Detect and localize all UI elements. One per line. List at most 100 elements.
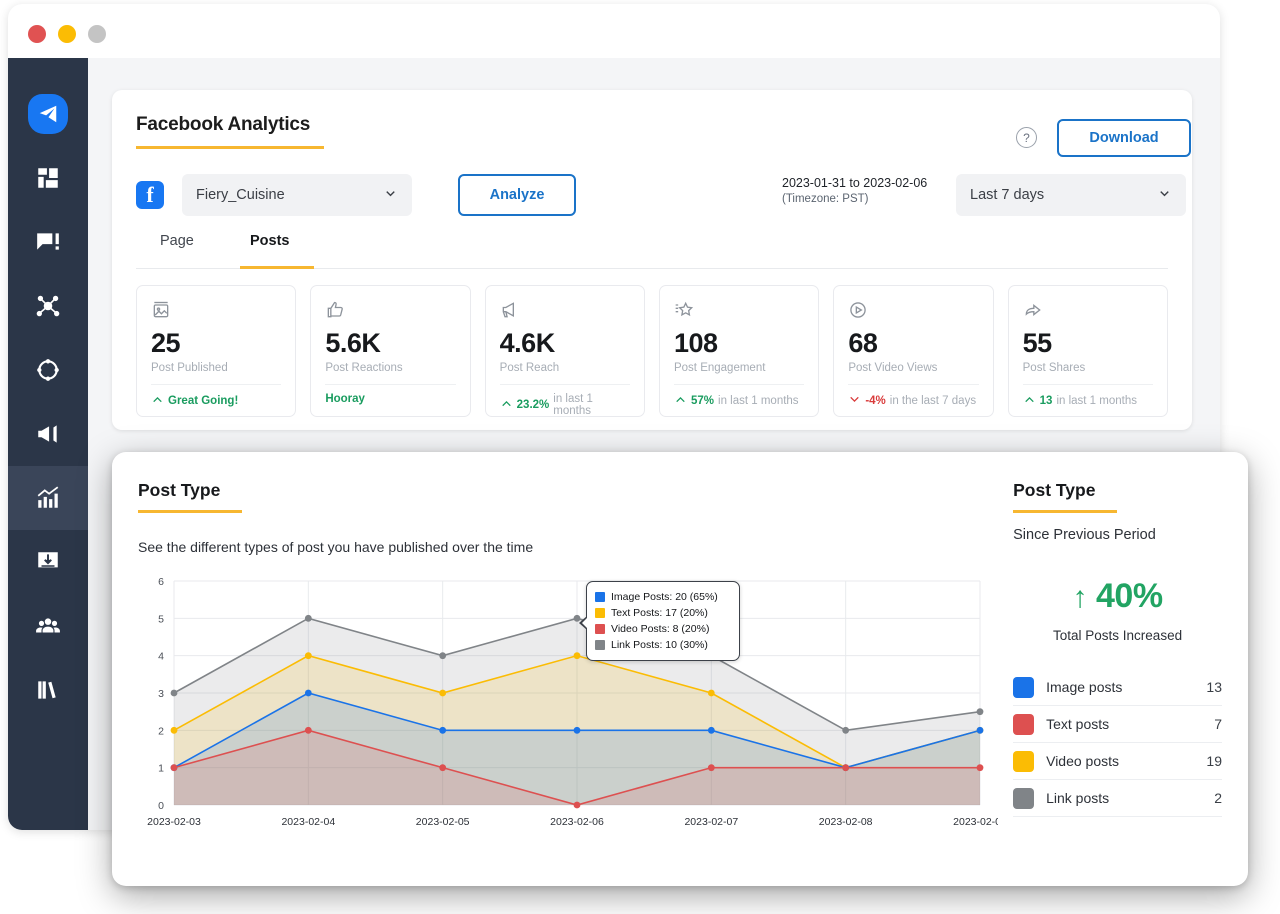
legend-label: Image posts [1046,679,1123,695]
sidebar-item-library[interactable] [8,658,88,722]
legend-item-link-posts[interactable]: Link posts 2 [1013,780,1222,817]
diamond-circle-icon [35,357,61,383]
stat-delta-value: 13 [1039,395,1053,407]
svg-text:2: 2 [158,725,164,737]
stat-delta-value: 23.2% [516,399,550,411]
sidebar-item-team[interactable] [8,594,88,658]
stat-label: Post Video Views [848,362,938,374]
stat-delta: -4% in the last 7 days [848,393,978,409]
stat-label: Post Reach [499,362,560,374]
svg-text:3: 3 [158,688,164,700]
divider [673,384,805,385]
legend-label: Link posts [1046,790,1110,806]
svg-text:2023-02-03: 2023-02-03 [147,816,201,828]
legend-label: Video posts [1046,753,1120,769]
date-range-display: 2023-01-31 to 2023-02-06 (Timezone: PST) [782,175,927,207]
chart-tooltip: Image Posts: 20 (65%) Text Posts: 17 (20… [579,581,740,661]
post-type-summary-section: Post Type Since Previous Period ↑ 40% To… [1005,480,1222,858]
stat-delta-value: -4% [865,395,886,407]
total-change-value: ↑ 40% [1013,577,1222,616]
svg-text:2023-02-06: 2023-02-06 [550,816,604,828]
stat-delta-value: Hooray [325,393,365,405]
svg-text:2023-02-05: 2023-02-05 [416,816,470,828]
share-arrow-icon [1023,300,1153,322]
sidebar-item-analytics[interactable] [8,466,88,530]
grid-dashboard-icon [35,165,61,191]
stat-card-post-video-views: 68 Post Video Views -4% in the last 7 da… [833,285,994,417]
close-window-button[interactable] [28,25,46,43]
trend-up-icon [151,393,164,409]
stat-card-post-shares: 55 Post Shares 13 in last 1 months [1007,285,1168,417]
tooltip-label: Video Posts: 8 (20%) [611,623,710,635]
stat-delta-value: Great Going! [168,395,239,407]
facebook-analytics-card: Facebook Analytics f Fiery_Cuisine Analy… [112,90,1192,430]
maximize-window-button[interactable] [88,25,106,43]
svg-text:6: 6 [158,576,164,588]
legend-swatch [1013,750,1035,772]
megaphone-icon [500,300,630,322]
post-type-title: Post Type [138,480,221,500]
post-type-chart: 0 1 2 3 4 5 6 2023-02-03 2023-02-04 2023-02-05 202… [138,573,998,833]
summary-title: Post Type [1013,480,1096,500]
stat-card-post-published: 25 Post Published Great Going! [136,285,297,417]
minimize-window-button[interactable] [58,25,76,43]
svg-text:2023-02-07: 2023-02-07 [684,816,738,828]
legend-value: 13 [1206,679,1222,695]
sidebar-item-logo[interactable] [8,82,88,146]
stat-value: 4.6K [499,328,556,358]
legend-swatch [1013,676,1035,698]
download-button[interactable]: Download [1057,119,1191,157]
change-percent: 40% [1096,577,1163,615]
sidebar-item-engage[interactable] [8,210,88,274]
stat-delta: 23.2% in last 1 months [500,393,630,417]
sidebar-item-dashboard[interactable] [8,146,88,210]
title-underline [136,146,324,149]
legend-label: Text posts [1046,716,1110,732]
chevron-down-icon [1157,186,1172,205]
range-select[interactable]: Last 7 days [956,174,1186,216]
facebook-icon: f [136,181,164,209]
analyze-button[interactable]: Analyze [458,174,576,216]
stat-value: 68 [848,328,878,358]
area-chart-svg: 0 1 2 3 4 5 6 2023-02-03 2023-02-04 2023-02-05 202… [147,576,998,828]
post-type-description: See the different types of post you have… [138,539,534,555]
sidebar-item-listening[interactable] [8,338,88,402]
tab-posts[interactable]: Posts [250,233,290,267]
legend-swatch [595,624,605,634]
paper-plane-icon [28,94,68,134]
sidebar-item-ads[interactable] [8,402,88,466]
stat-value: 55 [1022,328,1053,358]
play-circle-icon [848,300,978,322]
date-range-timezone: (Timezone: PST) [782,193,869,205]
svg-text:2023-02-08: 2023-02-08 [819,816,873,828]
stat-delta-suffix: in the last 7 days [889,395,977,407]
account-select[interactable]: Fiery_Cuisine [182,174,412,216]
sidebar-item-publish[interactable] [8,274,88,338]
sidebar-item-reports[interactable] [8,530,88,594]
chat-bubble-icon [35,229,61,255]
stat-card-list: 25 Post Published Great Going! 5.6K Post… [136,285,1168,417]
tooltip-row: Text Posts: 17 (20%) [595,605,731,621]
window-titlebar [8,4,1220,58]
stat-label: Post Shares [1022,362,1086,374]
stat-delta-suffix: in last 1 months [553,393,593,417]
post-type-legend: Image posts 13 Text posts 7 Video posts … [1013,669,1222,817]
legend-item-text-posts[interactable]: Text posts 7 [1013,706,1222,743]
legend-item-image-posts[interactable]: Image posts 13 [1013,669,1222,706]
post-type-underline [138,510,242,513]
divider [325,384,456,385]
legend-value: 7 [1214,716,1222,732]
page-title: Facebook Analytics [136,114,311,135]
tooltip-label: Text Posts: 17 (20%) [611,607,708,619]
stat-value: 5.6K [325,328,381,358]
divider [1022,384,1153,385]
trend-down-icon [848,393,861,409]
legend-item-video-posts[interactable]: Video posts 19 [1013,743,1222,780]
help-icon[interactable]: ? [1016,127,1037,148]
stat-label: Post Reactions [325,362,403,374]
svg-text:2023-02-09: 2023-02-09 [953,816,998,828]
stat-label: Post Published [151,362,228,374]
active-tab-underline [240,266,314,269]
tab-page[interactable]: Page [160,233,194,267]
trend-up-icon [1023,393,1036,409]
